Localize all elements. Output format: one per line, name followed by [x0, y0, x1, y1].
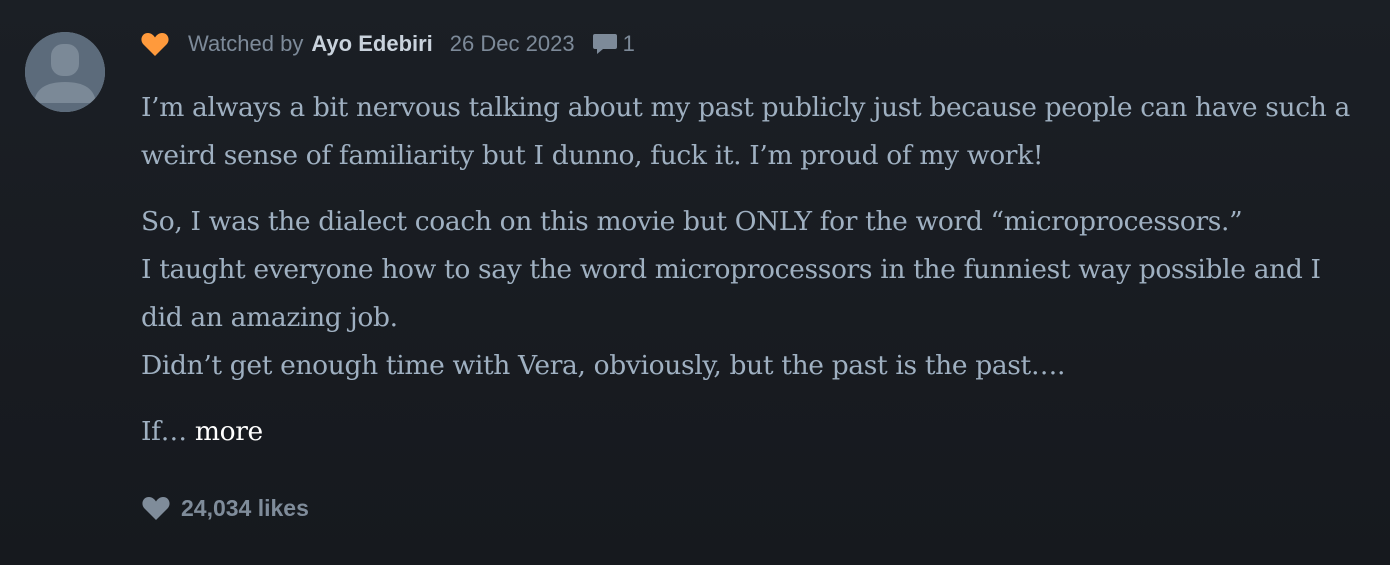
- likes-count[interactable]: 24,034 likes: [181, 495, 309, 522]
- review-meta: Watched by Ayo Edebiri 26 Dec 2023 1: [140, 28, 635, 60]
- review-card: Watched by Ayo Edebiri 26 Dec 2023 1 I’m…: [0, 0, 1390, 565]
- author-link[interactable]: Ayo Edebiri: [311, 31, 432, 57]
- truncated-text: If…: [141, 416, 187, 447]
- review-paragraph: I’m always a bit nervous talking about m…: [141, 92, 1350, 171]
- likes-row[interactable]: 24,034 likes: [141, 492, 309, 524]
- review-date[interactable]: 26 Dec 2023: [450, 31, 575, 57]
- review-line: Didn’t get enough time with Vera, obviou…: [141, 350, 1066, 381]
- comment-bubble-icon[interactable]: [591, 31, 619, 57]
- default-avatar-icon: [25, 32, 105, 112]
- liked-heart-icon: [140, 31, 170, 57]
- watched-by-label: Watched by: [188, 31, 304, 56]
- heart-icon[interactable]: [141, 495, 171, 521]
- review-line: So, I was the dialect coach on this movi…: [141, 206, 1243, 237]
- more-link[interactable]: more: [195, 416, 263, 447]
- review-body: I’m always a bit nervous talking about m…: [141, 84, 1356, 456]
- reviewer-avatar[interactable]: [25, 32, 105, 112]
- review-truncated: If… more: [141, 408, 1356, 456]
- review-line: I taught everyone how to say the word mi…: [141, 254, 1321, 333]
- comment-count[interactable]: 1: [623, 31, 635, 57]
- review-paragraph-group: So, I was the dialect coach on this movi…: [141, 198, 1356, 390]
